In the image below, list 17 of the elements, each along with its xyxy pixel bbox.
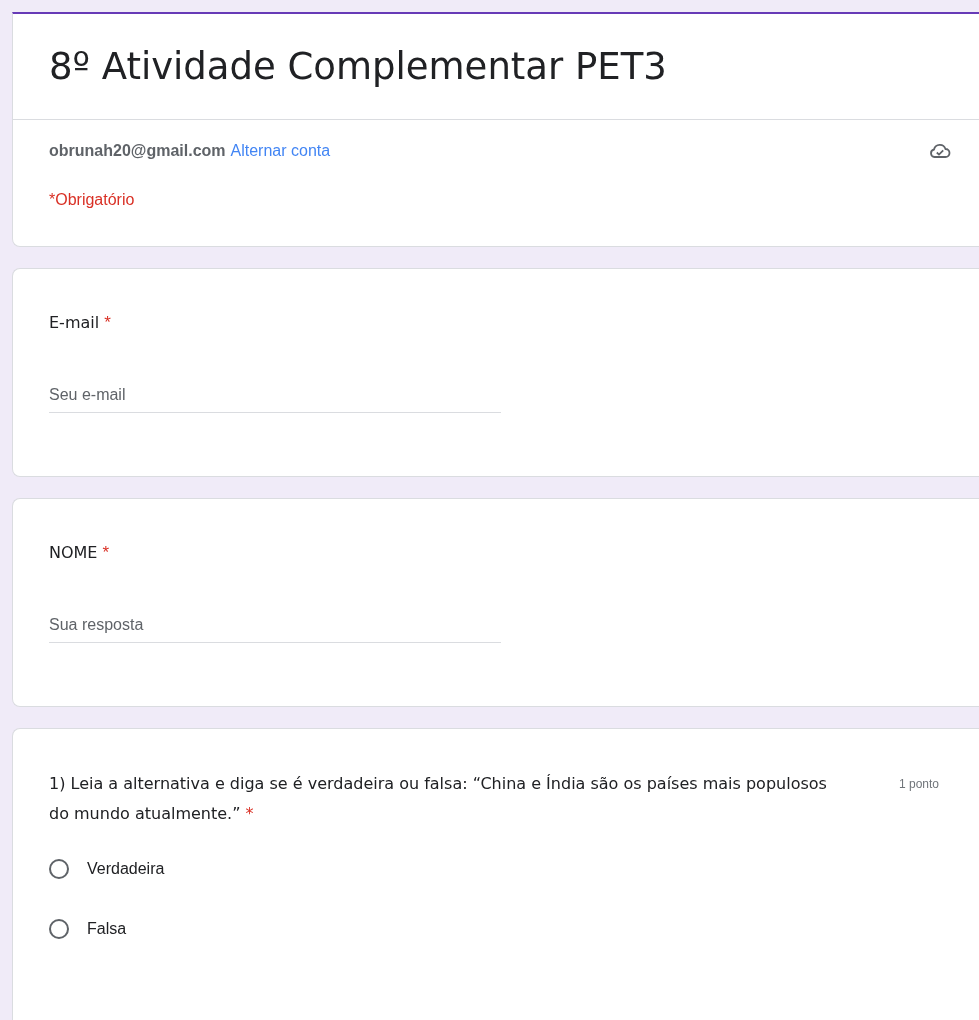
question-label: E-mail	[49, 313, 100, 333]
form-title: 8º Atividade Complementar PET3	[49, 45, 667, 88]
option-label[interactable]: Falsa	[87, 920, 127, 938]
question-label: NOME	[49, 543, 98, 563]
required-mark: *	[102, 543, 110, 563]
required-mark: *	[104, 313, 111, 333]
question-label: 1) Leia a alternativa e diga se é verdadeira ou falsa: “China e Índia são os países mais populosos do mundo atualmente.” *	[49, 773, 828, 825]
required-note: *Obrigatório	[49, 191, 136, 209]
cloud-check-icon	[929, 143, 951, 159]
answer-field[interactable]: Seu e-mail	[49, 386, 501, 413]
switch-account-link[interactable]: Alternar conta	[230, 142, 331, 160]
radio-button[interactable]	[49, 919, 69, 939]
account-email: obrunah20@gmail.com	[49, 142, 226, 160]
points-label: 1 ponto	[898, 776, 939, 793]
option-label[interactable]: Verdadeira	[87, 860, 165, 878]
answer-field[interactable]: Sua resposta	[49, 616, 501, 643]
radio-button[interactable]	[49, 859, 69, 879]
